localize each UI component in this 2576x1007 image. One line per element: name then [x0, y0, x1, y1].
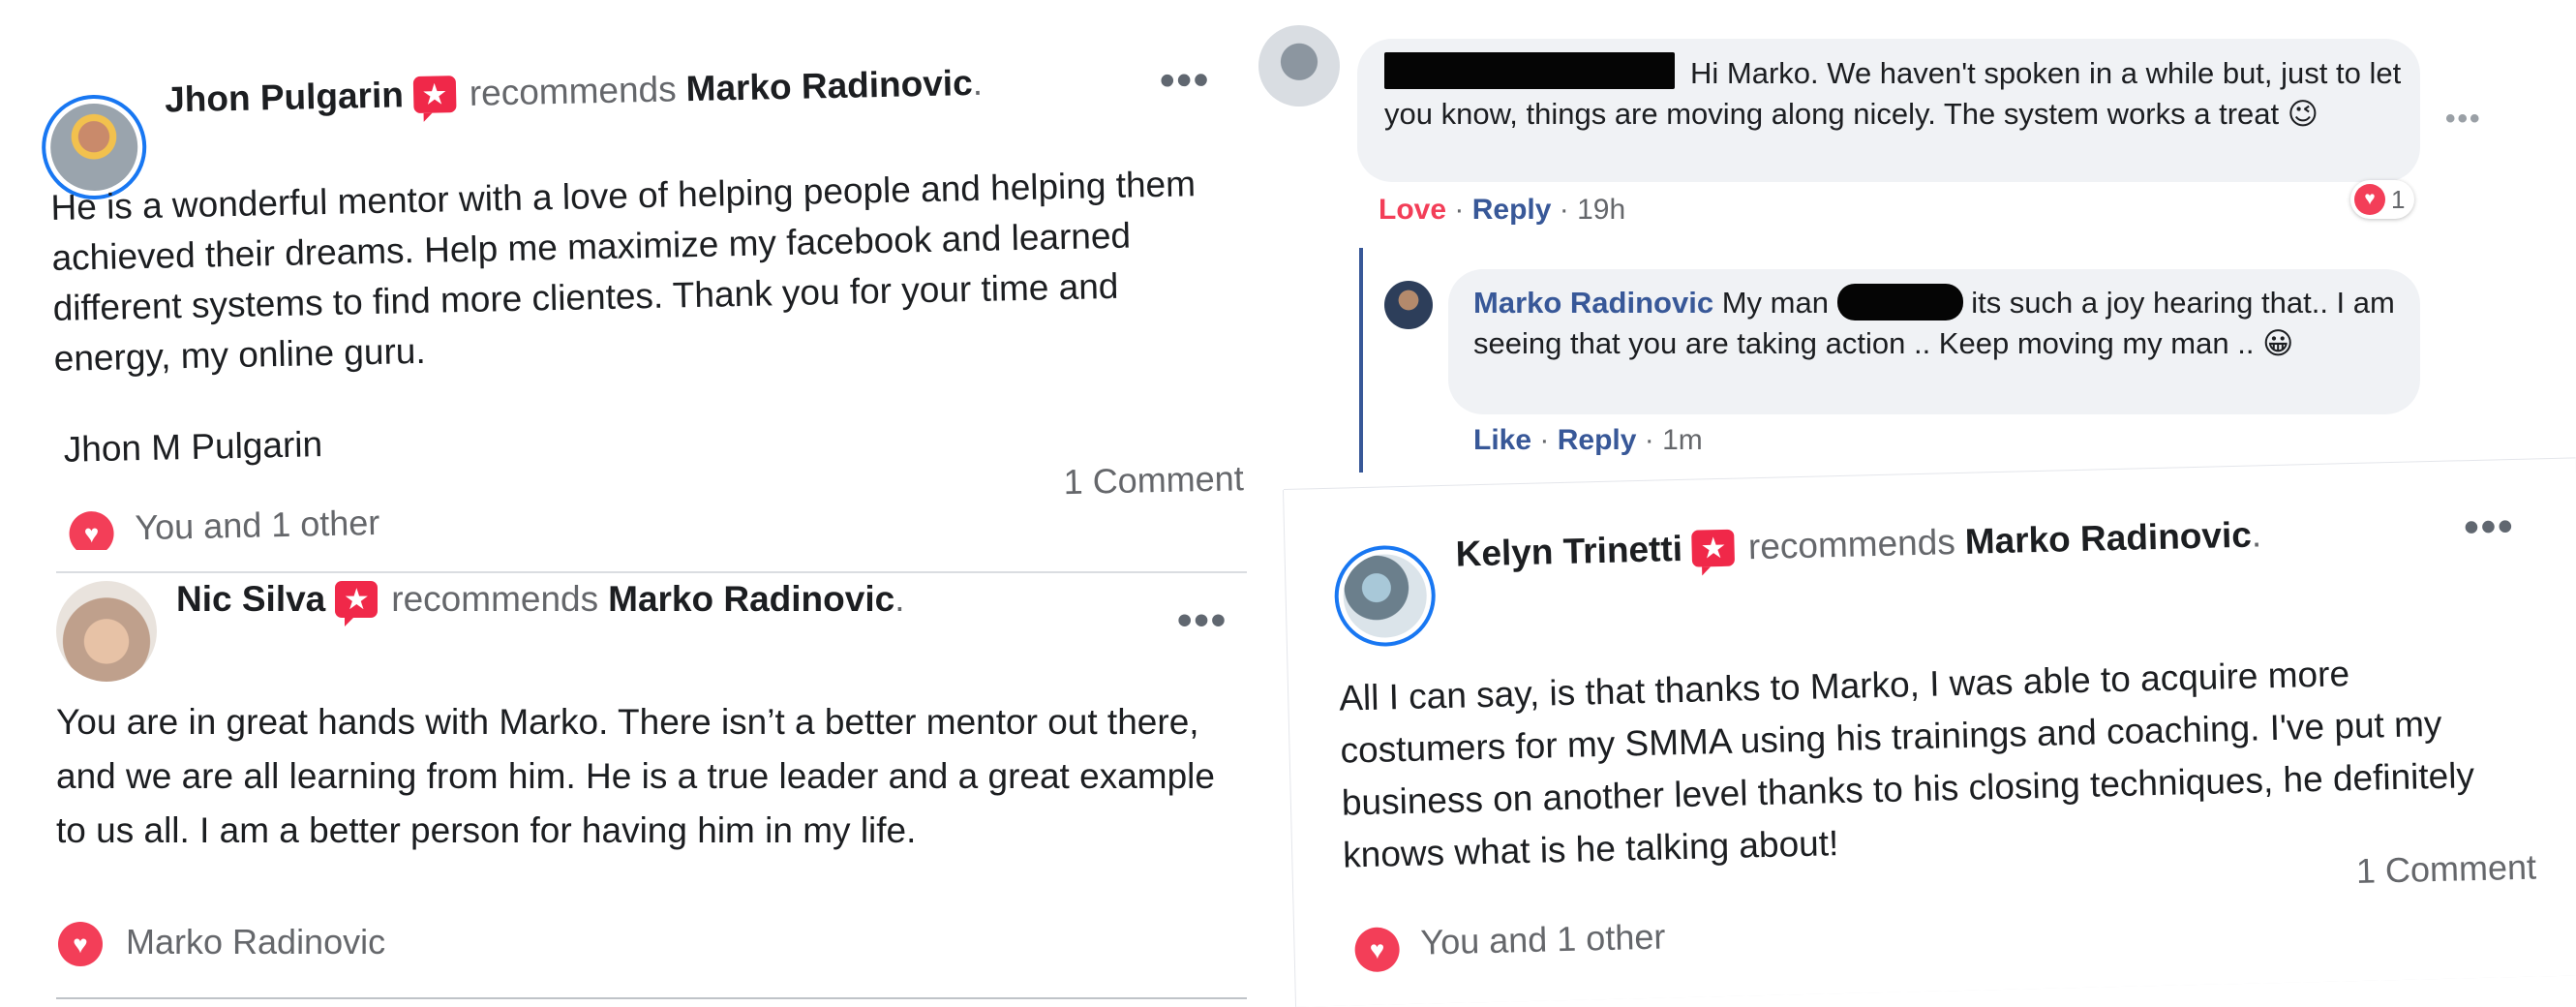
separator: · [1454, 194, 1465, 226]
divider [56, 571, 1247, 573]
reply-time[interactable]: 1m [1662, 424, 1703, 456]
reply-action[interactable]: Reply [1558, 424, 1637, 456]
separator: · [1539, 424, 1550, 456]
post-body: He is a wonderful mentor with a love of … [50, 164, 1197, 379]
more-options-icon[interactable]: ••• [1159, 56, 1210, 106]
recommendation-card-kelyn: Kelyn Trinetti ★ recommends Marko Radino… [1284, 458, 2576, 1007]
period: . [972, 62, 984, 103]
comment-time[interactable]: 19h [1577, 194, 1625, 226]
reaction-summary[interactable]: You and 1 other [1420, 917, 1666, 963]
comment-options-icon[interactable]: ••• [2445, 103, 2482, 136]
author-name[interactable]: Kelyn Trinetti [1455, 529, 1682, 575]
post-signature: Jhon M Pulgarin [63, 424, 323, 470]
separator: · [1644, 424, 1654, 456]
recommends-label: recommends [391, 579, 599, 619]
reaction-summary[interactable]: You and 1 other [135, 503, 380, 548]
redacted-name [1384, 52, 1675, 89]
author-name[interactable]: Jhon Pulgarin [165, 75, 405, 120]
love-action[interactable]: Love [1379, 194, 1446, 226]
recommendation-card-nic: Nic Silva ★ recommends Marko Radinovic .… [37, 550, 1258, 1007]
comment-thread: Hi Marko. We haven't spoken in a while b… [1258, 0, 2576, 544]
love-reaction-icon[interactable]: ♥ [58, 922, 103, 966]
period: . [2251, 514, 2262, 555]
reply-bubble: Marko Radinovic My man its such a joy he… [1448, 269, 2420, 414]
love-reaction-icon[interactable]: ♥ [1354, 927, 1401, 973]
comment-count[interactable]: 1 Comment [2355, 847, 2536, 893]
commenter-avatar[interactable] [1258, 25, 1340, 107]
page-name-link[interactable]: Marko Radinovic [608, 579, 894, 620]
author-avatar[interactable] [1333, 544, 1437, 648]
recommends-label: recommends [469, 69, 678, 113]
reaction-count-pill[interactable]: ♥ 1 [2350, 180, 2415, 219]
author-name[interactable]: Nic Silva [176, 579, 325, 620]
recommend-star-icon: ★ [1691, 529, 1736, 567]
more-options-icon[interactable]: ••• [1177, 596, 1227, 645]
recommendation-card-jhon: Jhon Pulgarin ★ recommends Marko Radinov… [0, 0, 1270, 557]
divider [56, 997, 1247, 999]
recommend-star-icon: ★ [335, 581, 379, 626]
recommend-star-icon: ★ [412, 76, 457, 114]
grin-emoji-icon: 😀 [2262, 326, 2294, 360]
page-name-link[interactable]: Marko Radinovic [685, 63, 973, 109]
page-name-link[interactable]: Marko Radinovic [1964, 515, 2252, 563]
wink-emoji-icon: 😉 [2287, 97, 2319, 131]
thread-line [1359, 248, 1363, 473]
comment-bubble: Hi Marko. We haven't spoken in a while b… [1357, 39, 2420, 182]
recommends-label: recommends [1747, 522, 1956, 567]
redacted-name [1836, 284, 1963, 320]
reply-author[interactable]: Marko Radinovic [1473, 286, 1713, 320]
separator: · [1559, 194, 1569, 226]
like-action[interactable]: Like [1473, 424, 1531, 456]
reaction-count: 1 [2391, 184, 2406, 214]
period: . [894, 579, 905, 619]
love-reaction-icon: ♥ [2354, 184, 2385, 215]
more-options-icon[interactable]: ••• [2464, 503, 2515, 552]
reply-action[interactable]: Reply [1472, 194, 1552, 226]
reaction-summary[interactable]: Marko Radinovic [126, 922, 385, 962]
author-avatar[interactable] [56, 581, 157, 682]
comment-count[interactable]: 1 Comment [1063, 458, 1244, 503]
reply-text-start: My man [1721, 286, 1829, 320]
post-body: All I can say, is that thanks to Marko, … [1338, 654, 2475, 875]
reply-avatar[interactable] [1384, 281, 1433, 329]
post-body: You are in great hands with Marko. There… [56, 702, 1215, 850]
